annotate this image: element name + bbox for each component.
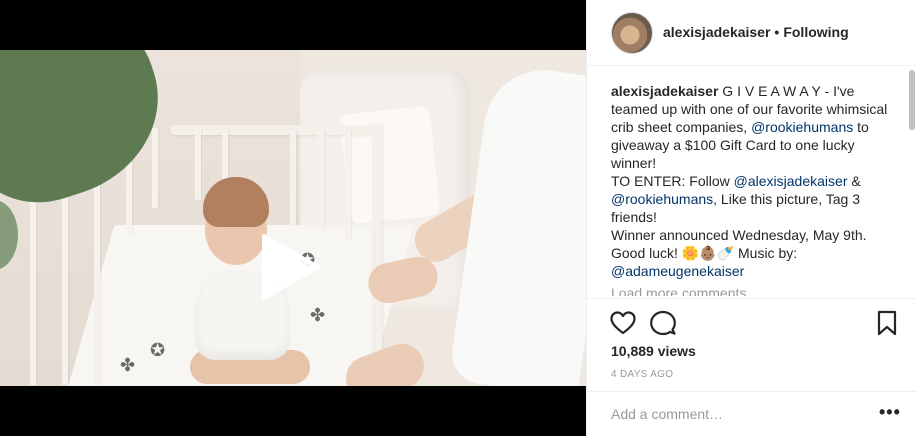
video-crib-slat <box>345 130 351 240</box>
video-pillow <box>339 105 441 225</box>
load-more-comments-button[interactable]: Load more comments <box>611 284 895 296</box>
play-icon <box>262 234 320 300</box>
view-count[interactable]: 10,889 views <box>611 343 696 359</box>
play-button[interactable] <box>258 232 322 302</box>
header-separator: • <box>774 24 780 40</box>
video-crib-slat <box>152 128 158 208</box>
video-crib-slat <box>195 130 201 200</box>
video-plant-leaf <box>0 200 18 270</box>
media-panel: ✪ ✪ ✤ ✤ <box>0 0 586 436</box>
mention-link[interactable]: @adameugenekaiser <box>611 263 744 279</box>
username-link[interactable]: alexisjadekaiser <box>663 24 770 40</box>
comments-list: alexisjadekaiser G I V E A W A Y - I've … <box>611 82 895 296</box>
mention-link[interactable]: @rookiehumans <box>611 191 713 207</box>
video-crib-post <box>372 125 382 385</box>
scrollbar-thumb[interactable] <box>909 70 915 130</box>
heart-icon <box>610 311 636 335</box>
caption-comment: alexisjadekaiser G I V E A W A Y - I've … <box>611 82 895 280</box>
mention-link[interactable]: @alexisjadekaiser <box>734 173 848 189</box>
caption-text: Good luck! 🌼👶🏽🍼 Music by: <box>611 245 798 261</box>
save-button[interactable] <box>873 309 901 337</box>
video-player[interactable]: ✪ ✪ ✤ ✤ <box>0 50 586 386</box>
post-header: alexisjadekaiser • Following <box>587 0 916 66</box>
post-actions <box>587 298 916 346</box>
video-crib-slat <box>318 130 324 230</box>
sheet-print-mark: ✤ <box>120 355 136 376</box>
comment-button[interactable] <box>649 309 677 337</box>
add-comment-input[interactable] <box>611 404 861 424</box>
video-baby-turban <box>203 177 269 227</box>
following-button[interactable]: Following <box>783 24 848 40</box>
bookmark-icon <box>877 310 897 336</box>
comment-composer: ••• <box>587 391 916 436</box>
caption-text: & <box>847 173 861 189</box>
avatar[interactable] <box>611 12 653 54</box>
more-options-icon[interactable]: ••• <box>879 403 901 421</box>
comment-bubble-icon <box>650 310 676 336</box>
caption-text: Winner announced Wednesday, May 9th. <box>611 227 867 243</box>
comments-scrollbar[interactable] <box>909 70 915 296</box>
sheet-print-mark: ✤ <box>310 305 326 326</box>
sheet-print-mark: ✪ <box>150 340 166 361</box>
post-timestamp[interactable]: 4 DAYS AGO <box>611 369 673 380</box>
like-button[interactable] <box>609 309 637 337</box>
post-side-panel: alexisjadekaiser • Following alexisjadekai… <box>586 0 916 436</box>
video-crib-slat <box>30 175 36 385</box>
caption-text: TO ENTER: Follow <box>611 173 734 189</box>
mention-link[interactable]: @rookiehumans <box>751 119 853 135</box>
header-line: alexisjadekaiser • Following <box>663 24 849 40</box>
caption-username[interactable]: alexisjadekaiser <box>611 83 718 99</box>
video-crib-slat <box>290 130 296 225</box>
